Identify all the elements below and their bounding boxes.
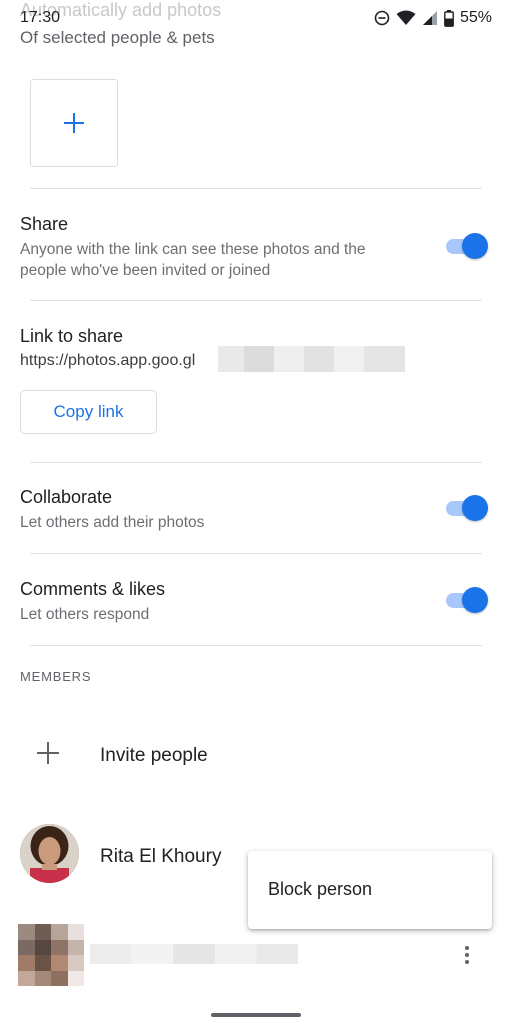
- block-person-menu-item[interactable]: Block person: [268, 879, 372, 900]
- status-time: 17:30: [20, 9, 61, 26]
- divider: [30, 553, 482, 554]
- divider: [30, 188, 482, 189]
- more-options-icon[interactable]: [452, 938, 482, 972]
- avatar: [20, 824, 79, 883]
- link-title: Link to share: [20, 326, 124, 346]
- copy-link-button[interactable]: Copy link: [20, 390, 157, 434]
- plus-icon: [64, 113, 84, 133]
- wifi-icon: [396, 10, 416, 25]
- divider: [30, 300, 482, 301]
- collaborate-description: Let others add their photos: [20, 514, 205, 531]
- member-options-menu: Block person: [248, 851, 492, 929]
- collaborate-toggle[interactable]: [446, 494, 488, 522]
- share-title: Share: [20, 214, 69, 234]
- status-icons: 55%: [374, 9, 492, 27]
- comments-title: Comments & likes: [20, 579, 166, 599]
- plus-icon: [37, 742, 59, 764]
- gesture-nav-handle[interactable]: [211, 1013, 301, 1017]
- redacted-avatar: [18, 924, 84, 986]
- invite-people-label: Invite people: [100, 745, 208, 766]
- comments-description: Let others respond: [20, 606, 150, 623]
- do-not-disturb-icon: [374, 10, 390, 26]
- divider: [30, 462, 482, 463]
- comments-toggle[interactable]: [446, 586, 488, 614]
- add-people-button[interactable]: [30, 79, 118, 167]
- member-row-redacted[interactable]: [0, 922, 512, 988]
- member-name: Rita El Khoury: [100, 846, 222, 867]
- status-bar: 17:30 55%: [0, 0, 512, 36]
- share-toggle[interactable]: [446, 232, 488, 260]
- invite-people-row[interactable]: Invite people: [0, 722, 512, 792]
- share-url: https://photos.app.goo.gl: [20, 352, 196, 369]
- battery-icon: [444, 9, 454, 27]
- cell-signal-icon: [422, 11, 437, 25]
- collaborate-title: Collaborate: [20, 487, 113, 507]
- battery-percent: 55%: [459, 9, 492, 26]
- redacted-member-name: [90, 944, 298, 964]
- share-description: Anyone with the link can see these photo…: [20, 241, 366, 279]
- redacted-url-part: [218, 346, 405, 372]
- divider: [30, 645, 482, 646]
- members-section-label: MEMBERS: [20, 669, 92, 684]
